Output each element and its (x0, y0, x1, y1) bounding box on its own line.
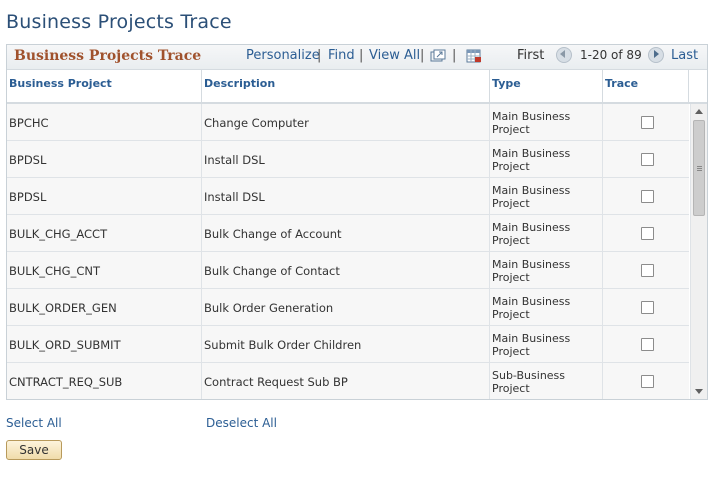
previous-arrow-icon[interactable] (556, 47, 572, 63)
trace-cell (603, 252, 689, 289)
project-cell: BPDSL (7, 178, 202, 215)
description-cell: Change Computer (202, 104, 490, 141)
table-row: BPDSL Install DSL Main Business Project (7, 141, 689, 178)
nav-separator: | (317, 48, 322, 63)
trace-cell (603, 326, 689, 363)
type-cell: Sub-Business Project (490, 363, 603, 399)
personalize-link[interactable]: Personalize (246, 48, 320, 63)
table-row: BULK_ORDER_GEN Bulk Order Generation Mai… (7, 289, 689, 326)
column-header-description[interactable]: Description (202, 70, 490, 102)
column-header-business-project[interactable]: Business Project (7, 70, 202, 102)
first-label: First (517, 48, 545, 63)
grip-icon (697, 166, 702, 167)
grid-title: Business Projects Trace (14, 48, 202, 64)
table-row: BPDSL Install DSL Main Business Project (7, 178, 689, 215)
description-cell: Contract Request Sub BP (202, 363, 490, 399)
trace-cell (603, 215, 689, 252)
next-arrow-icon[interactable] (648, 47, 664, 63)
find-link[interactable]: Find (328, 48, 355, 63)
table-row: BULK_CHG_ACCT Bulk Change of Account Mai… (7, 215, 689, 252)
column-headers: Business Project Description Type Trace (7, 70, 707, 104)
trace-checkbox[interactable] (641, 301, 654, 314)
new-window-icon[interactable] (430, 48, 446, 62)
trace-cell (603, 178, 689, 215)
table-row: BULK_CHG_CNT Bulk Change of Contact Main… (7, 252, 689, 289)
last-link[interactable]: Last (671, 48, 698, 63)
project-cell: BPCHC (7, 104, 202, 141)
business-projects-grid: Business Projects Trace Personalize | Fi… (6, 44, 708, 400)
nav-separator: | (359, 48, 364, 63)
trace-cell (603, 289, 689, 326)
trace-checkbox[interactable] (641, 338, 654, 351)
view-all-link[interactable]: View All (369, 48, 420, 63)
nav-separator: | (452, 48, 457, 63)
save-button[interactable]: Save (6, 440, 62, 460)
description-cell: Bulk Change of Account (202, 215, 490, 252)
page-title: Business Projects Trace (6, 11, 232, 33)
scroll-thumb[interactable] (693, 120, 705, 216)
description-cell: Bulk Order Generation (202, 289, 490, 326)
table-row: CNTRACT_REQ_SUB Contract Request Sub BP … (7, 363, 689, 399)
nav-separator: | (420, 48, 425, 63)
type-cell: Main Business Project (490, 215, 603, 252)
trace-cell (603, 141, 689, 178)
project-cell: BULK_CHG_ACCT (7, 215, 202, 252)
type-cell: Main Business Project (490, 104, 603, 141)
trace-cell (603, 104, 689, 141)
trace-checkbox[interactable] (641, 264, 654, 277)
page-range: 1-20 of 89 (580, 48, 642, 62)
type-cell: Main Business Project (490, 252, 603, 289)
column-header-trace[interactable]: Trace (603, 70, 689, 102)
trace-checkbox[interactable] (641, 116, 654, 129)
trace-checkbox[interactable] (641, 190, 654, 203)
project-cell: BPDSL (7, 141, 202, 178)
trace-checkbox[interactable] (641, 375, 654, 388)
project-cell: BULK_CHG_CNT (7, 252, 202, 289)
trace-cell (603, 363, 689, 399)
grid-header: Business Projects Trace Personalize | Fi… (7, 45, 707, 70)
type-cell: Main Business Project (490, 289, 603, 326)
column-header-spacer (689, 70, 707, 102)
description-cell: Install DSL (202, 178, 490, 215)
description-cell: Install DSL (202, 141, 490, 178)
table-row: BULK_ORD_SUBMIT Submit Bulk Order Childr… (7, 326, 689, 363)
project-cell: BULK_ORD_SUBMIT (7, 326, 202, 363)
trace-checkbox[interactable] (641, 227, 654, 240)
download-excel-icon[interactable] (466, 48, 482, 63)
type-cell: Main Business Project (490, 178, 603, 215)
grid-rows: BPCHC Change Computer Main Business Proj… (7, 104, 689, 399)
project-cell: BULK_ORDER_GEN (7, 289, 202, 326)
trace-checkbox[interactable] (641, 153, 654, 166)
column-header-type[interactable]: Type (490, 70, 603, 102)
vertical-scrollbar[interactable] (690, 104, 707, 399)
scroll-down-arrow-icon[interactable] (695, 389, 703, 394)
type-cell: Main Business Project (490, 141, 603, 178)
deselect-all-link[interactable]: Deselect All (206, 416, 277, 430)
project-cell: CNTRACT_REQ_SUB (7, 363, 202, 399)
select-all-link[interactable]: Select All (6, 416, 62, 430)
scroll-up-arrow-icon[interactable] (695, 109, 703, 114)
table-row: BPCHC Change Computer Main Business Proj… (7, 104, 689, 141)
description-cell: Submit Bulk Order Children (202, 326, 490, 363)
description-cell: Bulk Change of Contact (202, 252, 490, 289)
type-cell: Main Business Project (490, 326, 603, 363)
